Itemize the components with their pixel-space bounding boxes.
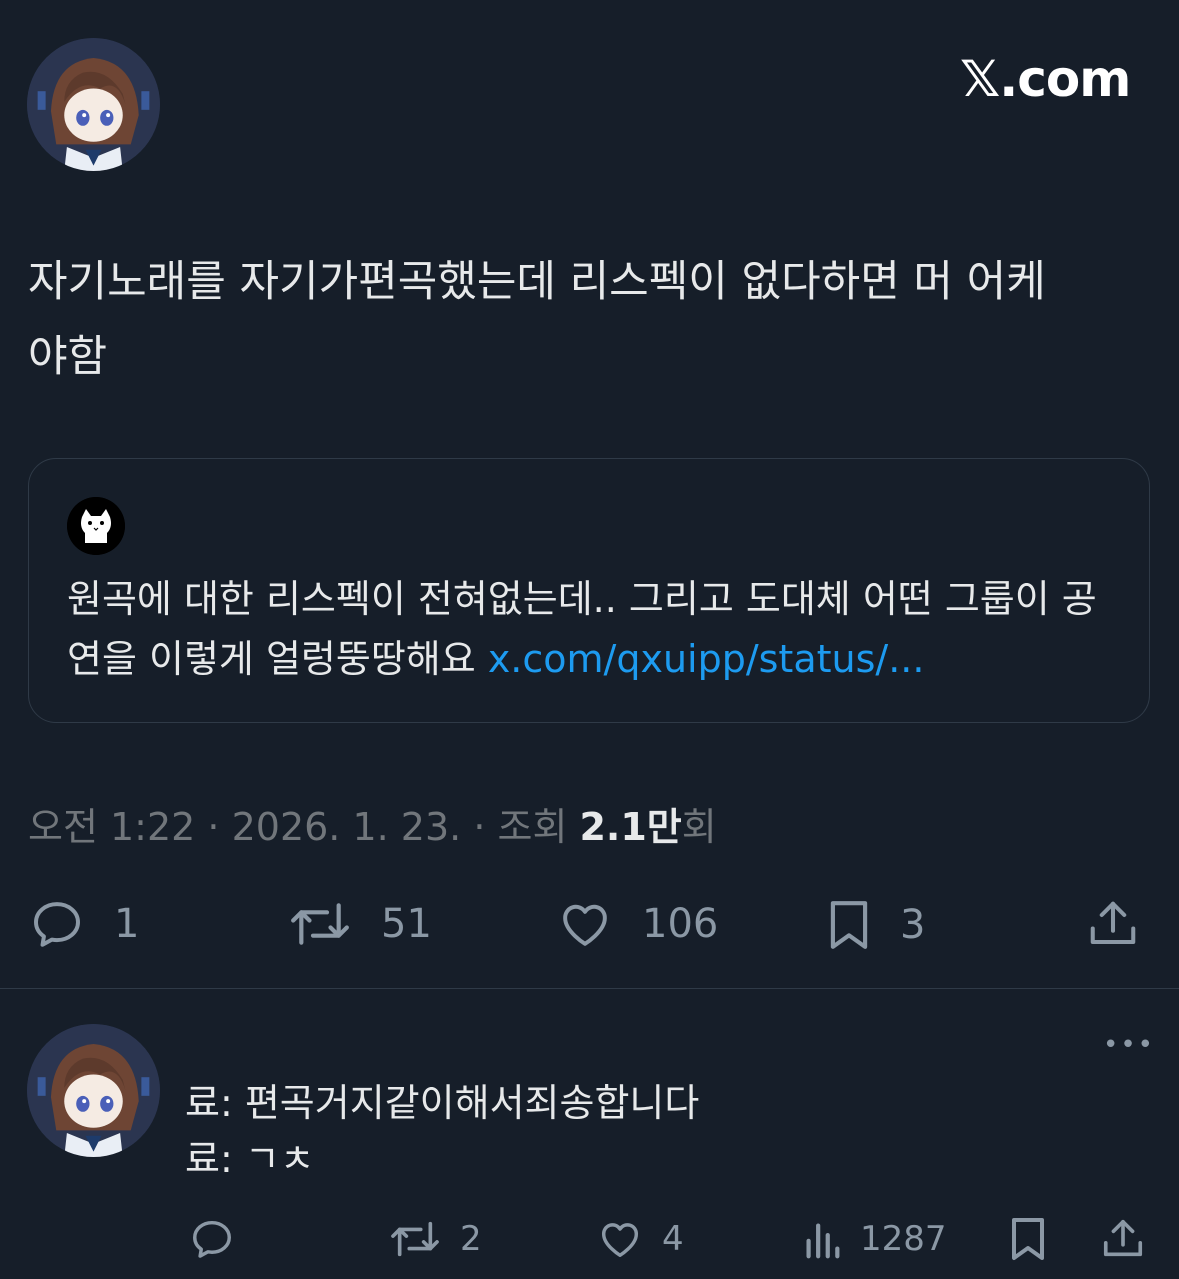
reply-views-button[interactable]: 1287 bbox=[802, 1216, 947, 1262]
like-count: 106 bbox=[642, 901, 719, 947]
reply-text: 료: 편곡거지같이해서죄송합니다 료: ㄱㅊ bbox=[185, 1075, 699, 1187]
reply-text-line: 료: ㄱㅊ bbox=[185, 1137, 315, 1181]
more-options-icon[interactable]: ••• bbox=[1103, 1030, 1155, 1060]
meta-separator: · bbox=[461, 805, 498, 849]
tweet-text-line: 자기노래를 자기가편곡했는데 리스펙이 없다하면 머 어케 bbox=[28, 257, 1046, 307]
cat-avatar-icon bbox=[67, 497, 125, 555]
reply-count: 1 bbox=[114, 901, 140, 947]
reply-like-count: 4 bbox=[662, 1219, 684, 1259]
reply-icon bbox=[34, 902, 80, 947]
bookmark-button[interactable]: 3 bbox=[826, 896, 925, 954]
reply-author-avatar[interactable] bbox=[27, 1024, 160, 1157]
analytics-icon bbox=[806, 1223, 840, 1259]
quoted-author-avatar[interactable] bbox=[67, 497, 125, 555]
retweet-count: 51 bbox=[381, 901, 432, 947]
reply-reply-button[interactable] bbox=[188, 1216, 236, 1262]
quoted-tweet-link[interactable]: x.com/qxuipp/status/... bbox=[488, 637, 925, 681]
views-suffix: 회 bbox=[681, 805, 717, 849]
retweet-icon bbox=[391, 1221, 439, 1257]
share-icon bbox=[1103, 1219, 1143, 1257]
divider bbox=[0, 988, 1179, 989]
tweet-text-line: 야함 bbox=[28, 332, 108, 382]
tweet-time[interactable]: 오전 1:22 bbox=[28, 805, 195, 849]
share-button[interactable] bbox=[1086, 896, 1140, 952]
bookmark-count: 3 bbox=[900, 902, 926, 948]
views-count: 2.1만 bbox=[579, 805, 682, 849]
meta-separator: · bbox=[195, 805, 232, 849]
tweet-text: 자기노래를 자기가편곡했는데 리스펙이 없다하면 머 어케 야함 bbox=[28, 245, 1158, 395]
anime-avatar-icon bbox=[27, 38, 160, 171]
reply-like-button[interactable]: 4 bbox=[596, 1216, 684, 1262]
bookmark-icon bbox=[1012, 1218, 1044, 1260]
reply-icon bbox=[193, 1220, 231, 1258]
heart-icon bbox=[563, 904, 607, 946]
tweet-date[interactable]: 2026. 1. 23. bbox=[232, 805, 462, 849]
like-button[interactable]: 106 bbox=[556, 896, 718, 952]
reply-views-count: 1287 bbox=[860, 1219, 947, 1259]
reply-text-line: 료: 편곡거지같이해서죄송합니다 bbox=[185, 1081, 700, 1125]
retweet-button[interactable]: 51 bbox=[287, 896, 432, 952]
reply-button[interactable]: 1 bbox=[28, 896, 139, 952]
share-icon bbox=[1090, 901, 1136, 945]
anime-avatar-icon bbox=[27, 1024, 160, 1157]
quoted-tweet-card[interactable]: 원곡에 대한 리스펙이 전혀없는데.. 그리고 도대체 어떤 그룹이 공연을 이… bbox=[28, 458, 1150, 723]
bookmark-icon bbox=[830, 901, 868, 949]
x-brand-logo: 𝕏.com bbox=[960, 50, 1131, 108]
reply-retweet-count: 2 bbox=[460, 1219, 482, 1259]
heart-icon bbox=[601, 1223, 639, 1258]
views-label: 조회 bbox=[497, 805, 580, 849]
author-avatar[interactable] bbox=[27, 38, 160, 171]
tweet-meta: 오전 1:22 · 2026. 1. 23. · 조회 2.1만회 bbox=[28, 796, 717, 851]
quoted-tweet-text: 원곡에 대한 리스펙이 전혀없는데.. 그리고 도대체 어떤 그룹이 공연을 이… bbox=[67, 569, 1127, 689]
reply-share-button[interactable] bbox=[1100, 1216, 1146, 1262]
retweet-icon bbox=[291, 903, 349, 945]
reply-bookmark-button[interactable] bbox=[1008, 1214, 1048, 1264]
reply-retweet-button[interactable]: 2 bbox=[388, 1216, 482, 1262]
